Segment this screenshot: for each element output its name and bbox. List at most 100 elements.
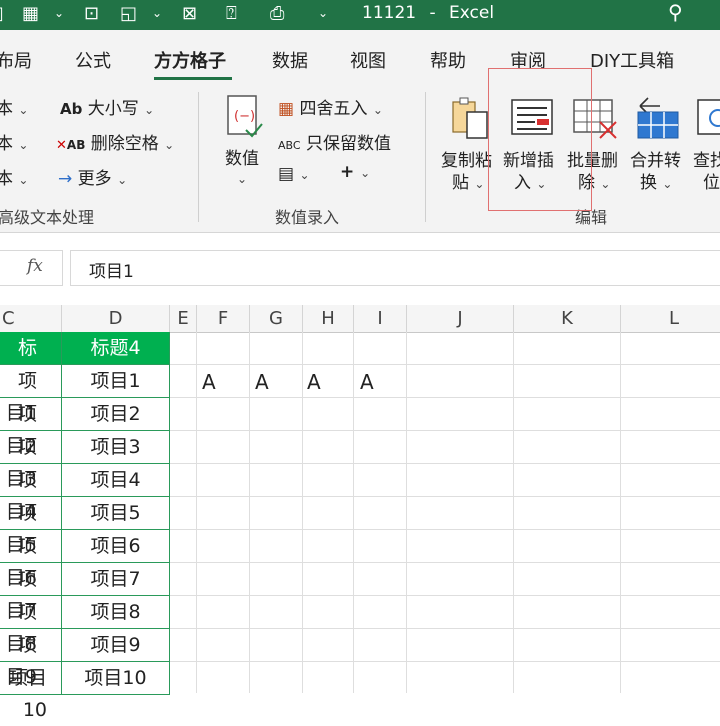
table-cell-d[interactable]: 项目6 xyxy=(62,530,170,563)
ribbon-separator xyxy=(198,92,199,222)
chevron-down-icon[interactable]: ⌄ xyxy=(237,172,247,186)
table-cell-d[interactable]: 项目2 xyxy=(62,398,170,431)
table-cell-d[interactable]: 项目10 xyxy=(62,662,170,695)
tab-diy-toolbox[interactable]: DIY工具箱 xyxy=(590,47,674,73)
col-header-c[interactable]: C xyxy=(0,305,62,332)
case-label: 大小写 xyxy=(87,99,139,119)
find-locate-label-2[interactable]: 位 xyxy=(703,168,720,193)
chevron-down-icon[interactable]: ⌄ xyxy=(152,6,162,20)
copy-paste-label-2-text: 贴 xyxy=(452,173,469,193)
table-cell-d[interactable]: 项目5 xyxy=(62,497,170,530)
help-icon[interactable]: ⍰ xyxy=(226,4,237,24)
text-tool-2-label: 本 xyxy=(0,134,13,154)
shape-icon[interactable]: ◱ xyxy=(120,4,137,24)
cell-h2[interactable]: A xyxy=(307,370,321,394)
find-locate-icon[interactable] xyxy=(696,98,720,138)
value-icon[interactable]: (−) xyxy=(224,94,264,142)
col-header-g[interactable]: G xyxy=(250,305,303,332)
delete-space-button[interactable]: ✕AB 删除空格 ⌄ xyxy=(56,129,174,154)
col-header-j[interactable]: J xyxy=(407,305,514,332)
save-icon[interactable]: ▯ xyxy=(0,4,4,24)
col-header-k[interactable]: K xyxy=(514,305,621,332)
tab-data[interactable]: 数据 xyxy=(272,47,308,73)
round-button[interactable]: ▦ 四舍五入 ⌄ xyxy=(278,94,383,119)
grid-line xyxy=(513,332,514,693)
table-cell-d[interactable]: 项目8 xyxy=(62,596,170,629)
chevron-down-icon[interactable]: ⌄ xyxy=(54,6,64,20)
edit-number-button[interactable]: ▤ ⌄ xyxy=(278,164,310,184)
copy-paste-label-2[interactable]: 贴 ⌄ xyxy=(452,168,484,193)
round-icon: ▦ xyxy=(278,99,295,119)
table-header-c[interactable]: 标题3 xyxy=(0,332,62,391)
text-tool-1[interactable]: 本 ⌄ xyxy=(0,94,28,119)
formula-bar: fx 项目1 xyxy=(0,233,720,305)
file-name: 11121 xyxy=(362,3,417,23)
table-cell-c[interactable]: 项目1 xyxy=(0,365,62,424)
text-tool-3[interactable]: 本 ⌄ xyxy=(0,164,28,189)
delete-space-icon: AB xyxy=(66,138,86,152)
col-header-l[interactable]: L xyxy=(621,305,720,332)
grid-line xyxy=(620,332,621,693)
text-tool-2[interactable]: 本 ⌄ xyxy=(0,129,28,154)
table-icon[interactable]: ▦ xyxy=(22,4,39,24)
col-header-d[interactable]: D xyxy=(62,305,170,332)
title-bar: ▯ ▦ ⌄ ⊡ ◱ ⌄ ⊠ ⍰ ⎙ ⌄ 11121 - Excel ⚲ xyxy=(0,0,720,30)
app-name: Excel xyxy=(449,3,495,23)
keep-value-button[interactable]: ABC 只保留数值 xyxy=(278,129,391,154)
format-painter-icon[interactable]: ⎙ xyxy=(270,4,284,24)
table-cell-d[interactable]: 项目7 xyxy=(62,563,170,596)
table-cell-c[interactable]: 项目7 xyxy=(0,563,62,622)
table-cell-d[interactable]: 项目3 xyxy=(62,431,170,464)
col-header-i[interactable]: I xyxy=(354,305,407,332)
text-tool-1-label: 本 xyxy=(0,99,13,119)
merge-convert-label-2[interactable]: 换 ⌄ xyxy=(640,168,672,193)
tab-view[interactable]: 视图 xyxy=(350,47,386,73)
cell-f2[interactable]: A xyxy=(202,370,216,394)
title-separator: - xyxy=(429,3,436,23)
table-cell-d[interactable]: 项目1 xyxy=(62,365,170,398)
more-button[interactable]: → 更多 ⌄ xyxy=(58,164,127,189)
text-tool-3-label: 本 xyxy=(0,169,13,189)
round-label: 四舍五入 xyxy=(299,99,368,119)
value-label[interactable]: 数值 xyxy=(225,144,259,169)
col-header-h[interactable]: H xyxy=(303,305,354,332)
case-button[interactable]: Ab 大小写 ⌄ xyxy=(60,94,154,119)
fx-icon: fx xyxy=(27,256,43,276)
copy-paste-icon[interactable] xyxy=(450,96,490,140)
table-cell-c[interactable]: 项目6 xyxy=(0,530,62,589)
add-button[interactable]: + ⌄ xyxy=(340,162,370,182)
frame-icon[interactable]: ⊡ xyxy=(84,4,99,24)
cell-g2[interactable]: A xyxy=(255,370,269,394)
table-header-d[interactable]: 标题4 xyxy=(62,332,170,365)
text-box-icon[interactable]: ⊠ xyxy=(182,4,197,24)
table-cell-c[interactable]: 项目8 xyxy=(0,596,62,655)
table-cell-c[interactable]: 项目3 xyxy=(0,431,62,490)
grid-line xyxy=(302,332,303,693)
cell-i2[interactable]: A xyxy=(360,370,374,394)
tab-help[interactable]: 帮助 xyxy=(430,47,466,73)
table-cell-c[interactable]: 项目2 xyxy=(0,398,62,457)
search-icon[interactable]: ⚲ xyxy=(668,2,683,22)
grid-line xyxy=(170,595,720,596)
table-cell-d[interactable]: 项目4 xyxy=(62,464,170,497)
table-cell-c[interactable]: 项目5 xyxy=(0,497,62,556)
plus-icon: + xyxy=(340,162,355,182)
table-cell-c[interactable]: 项目4 xyxy=(0,464,62,523)
table-cell-c[interactable]: 项目9 xyxy=(0,629,62,688)
col-header-e[interactable]: E xyxy=(170,305,197,332)
tab-fangfang[interactable]: 方方格子 xyxy=(154,47,226,73)
group-label-text: 高级文本处理 xyxy=(0,208,95,227)
formula-input[interactable]: 项目1 xyxy=(70,250,720,286)
tab-formulas[interactable]: 公式 xyxy=(75,47,111,73)
col-header-f[interactable]: F xyxy=(197,305,250,332)
grid-line xyxy=(170,661,720,662)
tab-layout[interactable]: 布局 xyxy=(0,47,32,73)
customize-toolbar-icon[interactable]: ⌄ xyxy=(318,6,328,20)
table-cell-d[interactable]: 项目9 xyxy=(62,629,170,662)
function-button[interactable]: fx xyxy=(0,250,63,286)
grid-line xyxy=(170,496,720,497)
table-cell-c[interactable]: 项目10 xyxy=(0,662,62,721)
merge-convert-icon[interactable] xyxy=(634,94,682,140)
keep-value-icon: ABC xyxy=(278,139,301,152)
spreadsheet-grid: 标题3 标题4 项目1 项目2 项目3 项目4 项目5 项目6 项目7 项目8 … xyxy=(0,332,720,721)
